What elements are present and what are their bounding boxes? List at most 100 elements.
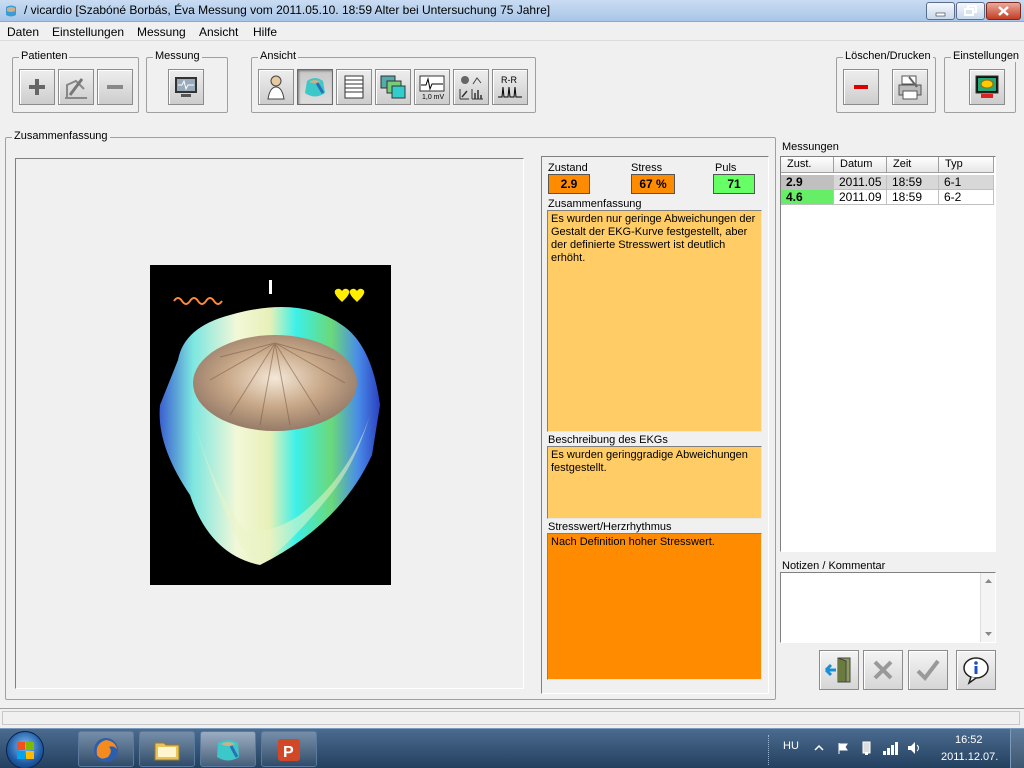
zustand-value: 2.9 bbox=[548, 174, 590, 194]
title-bar: / vicardio [Szabóné Borbás, Éva Messung … bbox=[0, 0, 1024, 22]
add-patient-button[interactable] bbox=[19, 69, 55, 105]
info-icon bbox=[963, 657, 989, 685]
action-center-flag-icon[interactable] bbox=[836, 741, 850, 755]
view-compare-button[interactable] bbox=[375, 69, 411, 105]
scatter-chart-icon bbox=[459, 76, 483, 100]
messung-group: Messung bbox=[146, 50, 228, 113]
exit-button[interactable] bbox=[819, 650, 859, 690]
column-header-datum[interactable]: Datum bbox=[834, 157, 887, 173]
safely-remove-hardware-icon[interactable] bbox=[859, 740, 873, 756]
close-button[interactable] bbox=[986, 2, 1021, 20]
show-desktop-button[interactable] bbox=[1010, 729, 1024, 768]
ecg-wave-icon bbox=[173, 297, 223, 305]
edit-chart-icon bbox=[65, 78, 87, 99]
notizen-label: Notizen / Kommentar bbox=[782, 560, 886, 572]
zusammenfassung-panel-label: Zusammenfassung bbox=[12, 130, 110, 142]
clock-date[interactable]: 2011.12.07. bbox=[941, 751, 998, 763]
scroll-arrows-icon bbox=[985, 579, 992, 636]
notizen-scrollbar[interactable] bbox=[980, 573, 995, 642]
remove-patient-button[interactable] bbox=[97, 69, 133, 105]
patienten-label: Patienten bbox=[19, 50, 70, 62]
monitor-ecg-icon bbox=[175, 77, 197, 97]
menu-hilfe[interactable]: Hilfe bbox=[253, 25, 277, 39]
ansicht-label: Ansicht bbox=[258, 50, 299, 62]
zusammenfassung-text: Es wurden nur geringe Abweichungen der G… bbox=[547, 210, 762, 432]
rr-label: R-R bbox=[501, 75, 517, 85]
print-button[interactable] bbox=[892, 69, 928, 105]
settings-monitor-icon bbox=[975, 75, 999, 98]
volume-icon[interactable] bbox=[906, 740, 922, 756]
windows-logo-icon bbox=[17, 742, 34, 759]
printer-icon bbox=[898, 75, 922, 100]
view-ecg-button[interactable]: 1,0 mV bbox=[414, 69, 450, 105]
minimize-button[interactable] bbox=[926, 2, 955, 20]
beschreibung-text: Es wurden geringgradige Abweichungen fes… bbox=[547, 446, 762, 519]
multi-window-icon bbox=[380, 75, 406, 99]
model-top bbox=[193, 335, 357, 431]
notizen-textarea[interactable] bbox=[780, 572, 996, 643]
messungen-list[interactable]: Zust. Datum Zeit Typ 2.9 2011.05 18:59 6… bbox=[780, 156, 996, 552]
cursor-bar-icon bbox=[269, 280, 272, 294]
puls-value: 71 bbox=[713, 174, 755, 194]
menu-daten[interactable]: Daten bbox=[7, 25, 39, 39]
checkmark-icon bbox=[916, 659, 940, 682]
view-table-button[interactable] bbox=[336, 69, 372, 105]
ecg-icon: 1,0 mV bbox=[419, 75, 445, 101]
view-3d-model-button[interactable] bbox=[297, 69, 333, 105]
row-2-zust: 4.6 bbox=[781, 190, 834, 205]
language-indicator[interactable]: HU bbox=[783, 740, 799, 752]
menu-bar: Daten Einstellungen Messung Ansicht Hilf… bbox=[0, 22, 1024, 41]
cancel-button[interactable] bbox=[863, 650, 903, 690]
edit-patient-button[interactable] bbox=[58, 69, 94, 105]
messungen-label: Messungen bbox=[782, 141, 839, 153]
folder-icon bbox=[154, 742, 180, 761]
powerpoint-icon: P bbox=[278, 739, 300, 761]
start-button[interactable] bbox=[6, 731, 44, 768]
view-rr-button[interactable]: R-R bbox=[492, 69, 528, 105]
einstellungen-group: Einstellungen bbox=[944, 50, 1022, 113]
person-icon bbox=[267, 75, 285, 100]
delete-minus-icon bbox=[854, 85, 868, 89]
hearts-icon bbox=[334, 288, 365, 302]
restore-button[interactable] bbox=[956, 2, 985, 20]
info-button[interactable] bbox=[956, 650, 996, 690]
row-2-datum: 2011.09 bbox=[834, 190, 887, 205]
taskbar: P HU 16:52 2011.12.07. bbox=[0, 728, 1024, 768]
stress-label: Stress bbox=[631, 162, 663, 174]
taskbar-firefox[interactable] bbox=[78, 731, 134, 767]
stress-value: 67 % bbox=[631, 174, 675, 194]
menu-einstellungen[interactable]: Einstellungen bbox=[52, 25, 124, 39]
taskbar-explorer[interactable] bbox=[139, 731, 195, 767]
settings-button[interactable] bbox=[969, 69, 1005, 105]
menu-messung[interactable]: Messung bbox=[137, 25, 186, 39]
column-header-zeit[interactable]: Zeit bbox=[887, 157, 939, 173]
loeschen-drucken-label: Löschen/Drucken bbox=[843, 50, 933, 62]
view-person-button[interactable] bbox=[258, 69, 294, 105]
taskbar-powerpoint[interactable]: P bbox=[261, 731, 317, 767]
row-1-zust: 2.9 bbox=[781, 175, 834, 190]
minimize-icon bbox=[935, 12, 946, 17]
column-header-zust[interactable]: Zust. bbox=[781, 157, 834, 173]
heart-model-icon bbox=[305, 78, 325, 97]
window-title: / vicardio [Szabóné Borbás, Éva Messung … bbox=[24, 3, 551, 17]
heart-model-canvas[interactable] bbox=[150, 265, 391, 585]
column-header-typ[interactable]: Typ bbox=[939, 157, 994, 173]
row-1-typ: 6-1 bbox=[939, 175, 994, 190]
menu-ansicht[interactable]: Ansicht bbox=[199, 25, 238, 39]
table-icon bbox=[344, 75, 364, 99]
delete-button[interactable] bbox=[843, 69, 879, 105]
view-stats-button[interactable] bbox=[453, 69, 489, 105]
taskbar-vicardio[interactable] bbox=[200, 731, 256, 767]
network-icon[interactable] bbox=[882, 740, 898, 756]
confirm-button[interactable] bbox=[908, 650, 948, 690]
heart-3d-model bbox=[159, 280, 380, 565]
tray-expand-icon[interactable] bbox=[812, 741, 826, 755]
new-measurement-button[interactable] bbox=[168, 69, 204, 105]
ansicht-group: Ansicht 1,0 mV R-R bbox=[251, 50, 536, 113]
exit-door-icon bbox=[824, 657, 851, 683]
zusammenfassung-text-label: Zusammenfassung bbox=[548, 198, 642, 210]
status-bar bbox=[0, 708, 1024, 727]
stresswert-text: Nach Definition hoher Stresswert. bbox=[547, 533, 762, 680]
voltage-label: 1,0 mV bbox=[422, 94, 445, 101]
clock-time[interactable]: 16:52 bbox=[955, 734, 983, 746]
